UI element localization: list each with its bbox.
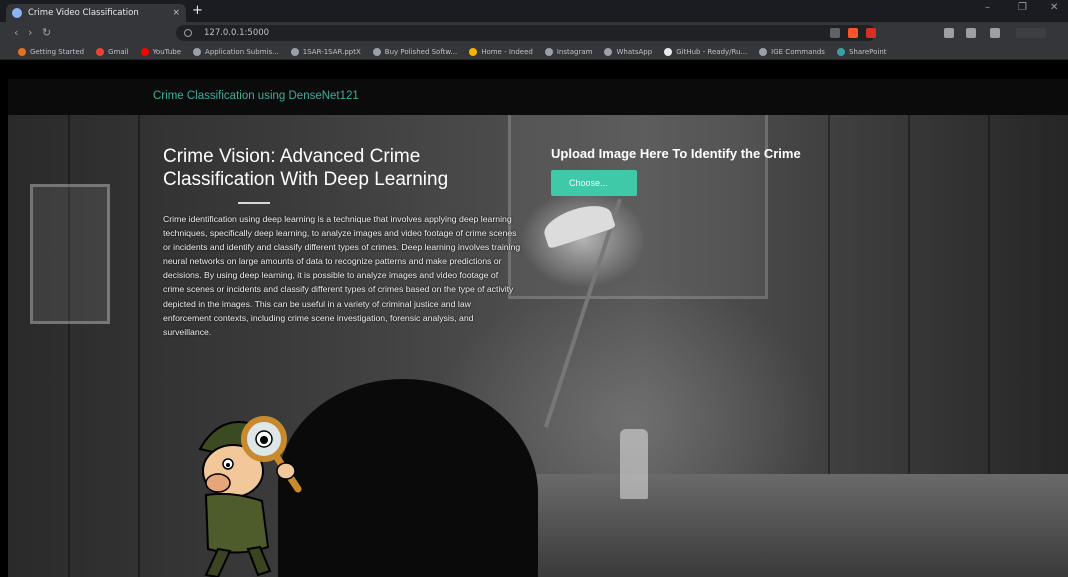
bookmark-item[interactable]: Getting Started bbox=[18, 47, 85, 56]
bookmark-icon bbox=[469, 47, 478, 56]
wall-plank bbox=[68, 79, 70, 577]
heading-divider bbox=[238, 202, 270, 204]
tab-close-icon[interactable]: × bbox=[172, 8, 180, 18]
site-title[interactable]: Crime Classification using DenseNet121 bbox=[153, 90, 359, 102]
bookmark-label: Gmail bbox=[108, 47, 129, 56]
bookmark-label: Instagram bbox=[556, 47, 593, 56]
background-bottle bbox=[620, 429, 648, 499]
bookmark-item[interactable]: GitHub - Ready/Ru... bbox=[664, 47, 748, 56]
bookmark-label: IGE Commands bbox=[771, 47, 825, 56]
browser-tab-strip: Crime Video Classification × + – ❐ ✕ bbox=[0, 0, 1068, 22]
bookmark-item[interactable]: Buy Polished Softw... bbox=[372, 47, 458, 56]
wall-plank bbox=[138, 79, 140, 577]
browser-toolbar: ‹ › ↻ 127.0.0.1:5000 bbox=[0, 22, 1068, 44]
bookmark-icon bbox=[96, 47, 105, 56]
back-icon[interactable]: ‹ bbox=[14, 26, 18, 40]
vpn-icon[interactable] bbox=[1016, 28, 1046, 38]
bookmark-item[interactable]: IGE Commands bbox=[759, 47, 825, 56]
browser-tab[interactable]: Crime Video Classification × bbox=[6, 4, 186, 22]
bookmark-icon bbox=[604, 47, 613, 56]
bookmark-label: GitHub - Ready/Ru... bbox=[676, 47, 748, 56]
bookmark-icon bbox=[544, 47, 553, 56]
hero-heading: Crime Vision: Advanced Crime Classificat… bbox=[163, 146, 449, 190]
bookmark-item[interactable]: WhatsApp bbox=[604, 47, 653, 56]
bookmark-item[interactable]: Application Submis... bbox=[193, 47, 279, 56]
maximize-icon[interactable]: ❐ bbox=[1018, 2, 1027, 13]
rewards-icon[interactable] bbox=[866, 28, 876, 38]
tab-title: Crime Video Classification bbox=[28, 8, 139, 18]
hero-description: Crime identification using deep learning… bbox=[163, 214, 521, 337]
reload-icon[interactable]: ↻ bbox=[42, 26, 51, 40]
brave-shield-icon[interactable] bbox=[848, 28, 858, 38]
bookmark-item[interactable]: YouTube bbox=[140, 47, 182, 56]
choose-file-button[interactable]: Choose... bbox=[551, 170, 637, 196]
site-info-icon[interactable] bbox=[184, 29, 192, 37]
site-header: Crime Classification using DenseNet121 bbox=[8, 79, 1068, 115]
detective-mascot-icon bbox=[198, 416, 302, 577]
bookmark-icon bbox=[290, 47, 299, 56]
bookmark-label: Getting Started bbox=[30, 47, 85, 56]
bookmark-label: Home - Indeed bbox=[481, 47, 533, 56]
bookmark-icon bbox=[193, 47, 202, 56]
address-bar[interactable]: 127.0.0.1:5000 bbox=[176, 25, 876, 41]
extension-icon[interactable] bbox=[944, 28, 954, 38]
bookmark-label: Buy Polished Softw... bbox=[384, 47, 458, 56]
tab-favicon-icon bbox=[12, 8, 22, 18]
bookmark-item[interactable]: Instagram bbox=[544, 47, 593, 56]
bookmark-icon bbox=[140, 47, 149, 56]
upload-heading: Upload Image Here To Identify the Crime bbox=[551, 146, 801, 161]
bookmark-label: WhatsApp bbox=[616, 47, 653, 56]
minimize-icon[interactable]: – bbox=[985, 2, 990, 13]
background-window bbox=[508, 99, 768, 299]
bookmark-item[interactable]: Home - Indeed bbox=[469, 47, 533, 56]
bookmark-label: 1SAR-1SAR.pptX bbox=[302, 47, 361, 56]
bookmark-icon bbox=[18, 47, 26, 56]
wallet-icon[interactable] bbox=[990, 28, 1000, 38]
bookmark-item[interactable]: SharePoint bbox=[836, 47, 887, 56]
page-background: Crime Classification using DenseNet121 C… bbox=[8, 79, 1068, 577]
bookmark-label: YouTube bbox=[152, 47, 182, 56]
close-window-icon[interactable]: ✕ bbox=[1050, 2, 1058, 13]
background-picture-frame bbox=[30, 184, 110, 324]
url-text: 127.0.0.1:5000 bbox=[204, 28, 270, 38]
bookmark-icon bbox=[372, 47, 381, 56]
bookmark-item[interactable]: 1SAR-1SAR.pptX bbox=[290, 47, 361, 56]
sidebar-icon[interactable] bbox=[966, 28, 976, 38]
bookmark-label: Application Submis... bbox=[205, 47, 279, 56]
share-icon[interactable] bbox=[830, 28, 840, 38]
bookmark-item[interactable]: Gmail bbox=[96, 47, 129, 56]
bookmark-icon bbox=[664, 47, 673, 56]
bookmark-label: SharePoint bbox=[848, 47, 887, 56]
bookmarks-bar: Getting Started Gmail YouTube Applicatio… bbox=[0, 44, 1068, 60]
bookmark-icon bbox=[759, 47, 768, 56]
bookmark-icon bbox=[836, 47, 845, 56]
forward-icon[interactable]: › bbox=[28, 26, 32, 40]
new-tab-button[interactable]: + bbox=[192, 4, 203, 18]
